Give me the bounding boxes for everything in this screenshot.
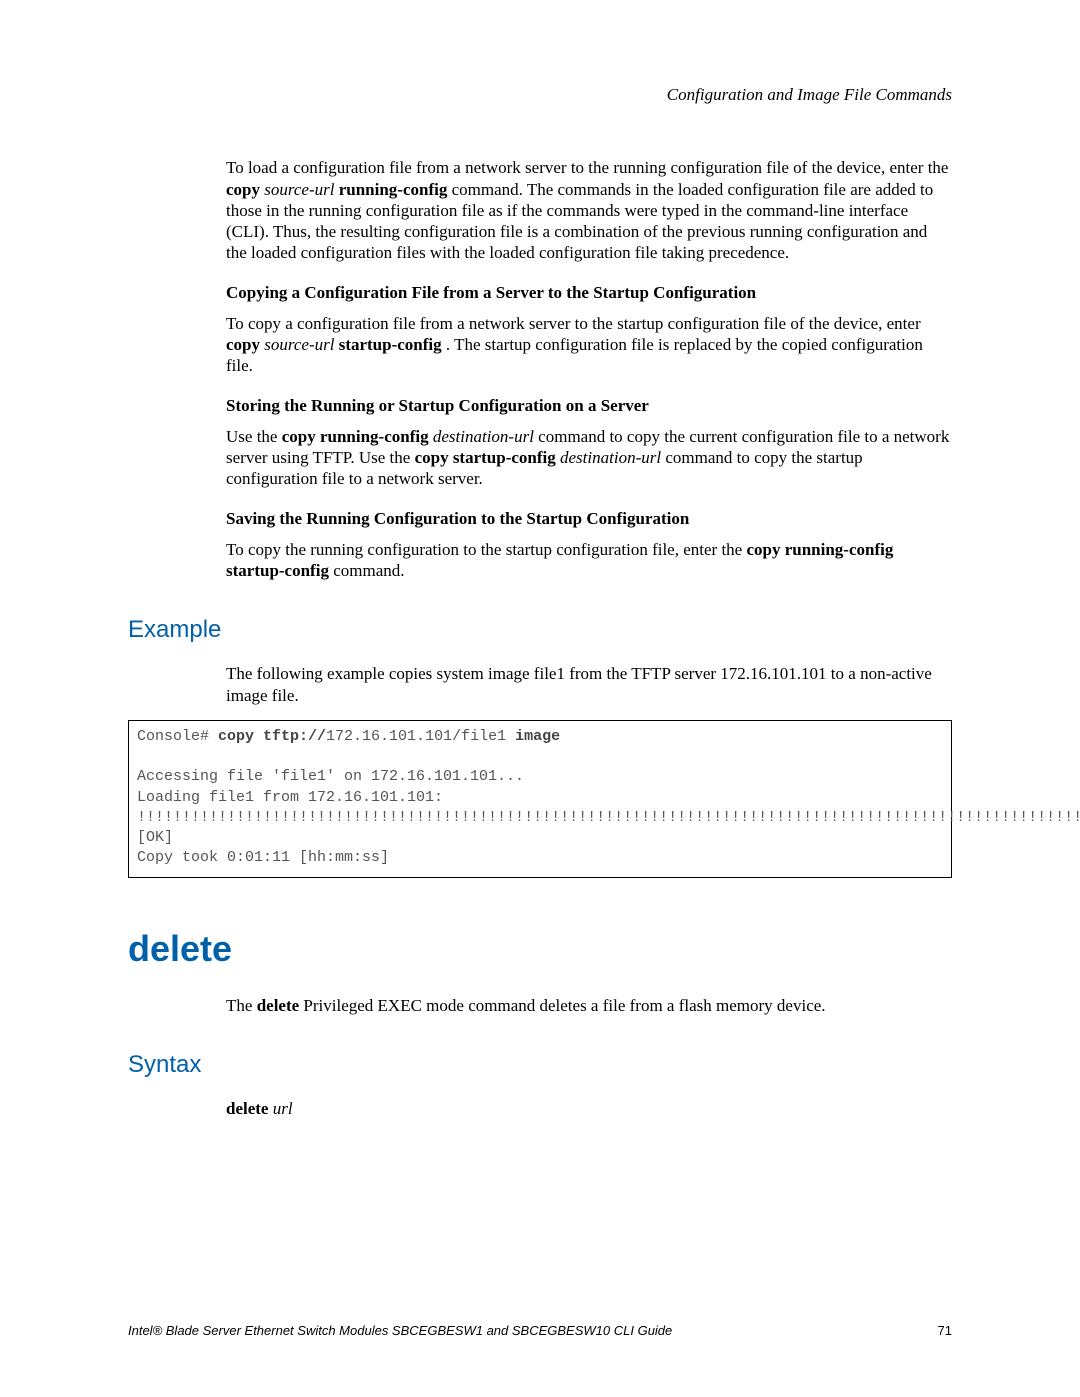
cmd-italic: source-url: [264, 180, 334, 199]
body-column: delete url: [226, 1098, 952, 1119]
code-output: Accessing file 'file1' on 172.16.101.101…: [137, 768, 1080, 866]
syntax-line: delete url: [226, 1098, 952, 1119]
text: To copy a configuration file from a netw…: [226, 314, 921, 333]
cmd-italic: url: [273, 1099, 293, 1118]
subheading-copying: Copying a Configuration File from a Serv…: [226, 282, 952, 303]
text: Privileged EXEC mode command deletes a f…: [303, 996, 825, 1015]
example-paragraph: The following example copies system imag…: [226, 663, 952, 706]
sec2-paragraph: Use the copy running-config destination-…: [226, 426, 952, 490]
cmd-bold: running-config: [339, 180, 448, 199]
text: command.: [333, 561, 404, 580]
text: Use the: [226, 427, 282, 446]
sec3-paragraph: To copy the running configuration to the…: [226, 539, 952, 582]
section-heading-example: Example: [128, 615, 952, 645]
sec1-paragraph: To copy a configuration file from a netw…: [226, 313, 952, 377]
text: The: [226, 996, 257, 1015]
running-header: Configuration and Image File Commands: [128, 84, 952, 105]
code-prompt: Console#: [137, 728, 218, 745]
footer-title: Intel® Blade Server Ethernet Switch Modu…: [128, 1323, 672, 1338]
delete-description: The delete Privileged EXEC mode command …: [226, 995, 952, 1016]
subheading-saving: Saving the Running Configuration to the …: [226, 508, 952, 529]
text: To load a configuration file from a netw…: [226, 158, 948, 177]
text: To copy the running configuration to the…: [226, 540, 746, 559]
body-column: The delete Privileged EXEC mode command …: [226, 995, 952, 1016]
command-title-delete: delete: [128, 926, 952, 971]
page-number: 71: [938, 1323, 952, 1339]
cmd-bold: copy: [226, 180, 260, 199]
cmd-bold: copy: [226, 335, 260, 354]
cmd-bold: copy startup-config: [415, 448, 556, 467]
page: Configuration and Image File Commands To…: [0, 0, 1080, 1397]
cmd-italic: source-url: [264, 335, 334, 354]
cmd-bold: delete: [257, 996, 299, 1015]
code-text: 172.16.101.101/file1: [326, 728, 515, 745]
cmd-italic: destination-url: [560, 448, 661, 467]
intro-paragraph: To load a configuration file from a netw…: [226, 157, 952, 263]
body-column: The following example copies system imag…: [226, 663, 952, 706]
subheading-storing: Storing the Running or Startup Configura…: [226, 395, 952, 416]
cmd-bold: startup-config: [339, 335, 442, 354]
cmd-bold: delete: [226, 1099, 268, 1118]
cmd-bold: copy running-config: [282, 427, 429, 446]
code-example-box: Console# copy tftp://172.16.101.101/file…: [128, 720, 952, 878]
section-heading-syntax: Syntax: [128, 1050, 952, 1080]
body-column: To load a configuration file from a netw…: [226, 157, 952, 581]
code-bold: image: [515, 728, 560, 745]
cmd-italic: destination-url: [433, 427, 534, 446]
code-bold: copy tftp://: [218, 728, 326, 745]
page-footer: Intel® Blade Server Ethernet Switch Modu…: [128, 1323, 952, 1339]
